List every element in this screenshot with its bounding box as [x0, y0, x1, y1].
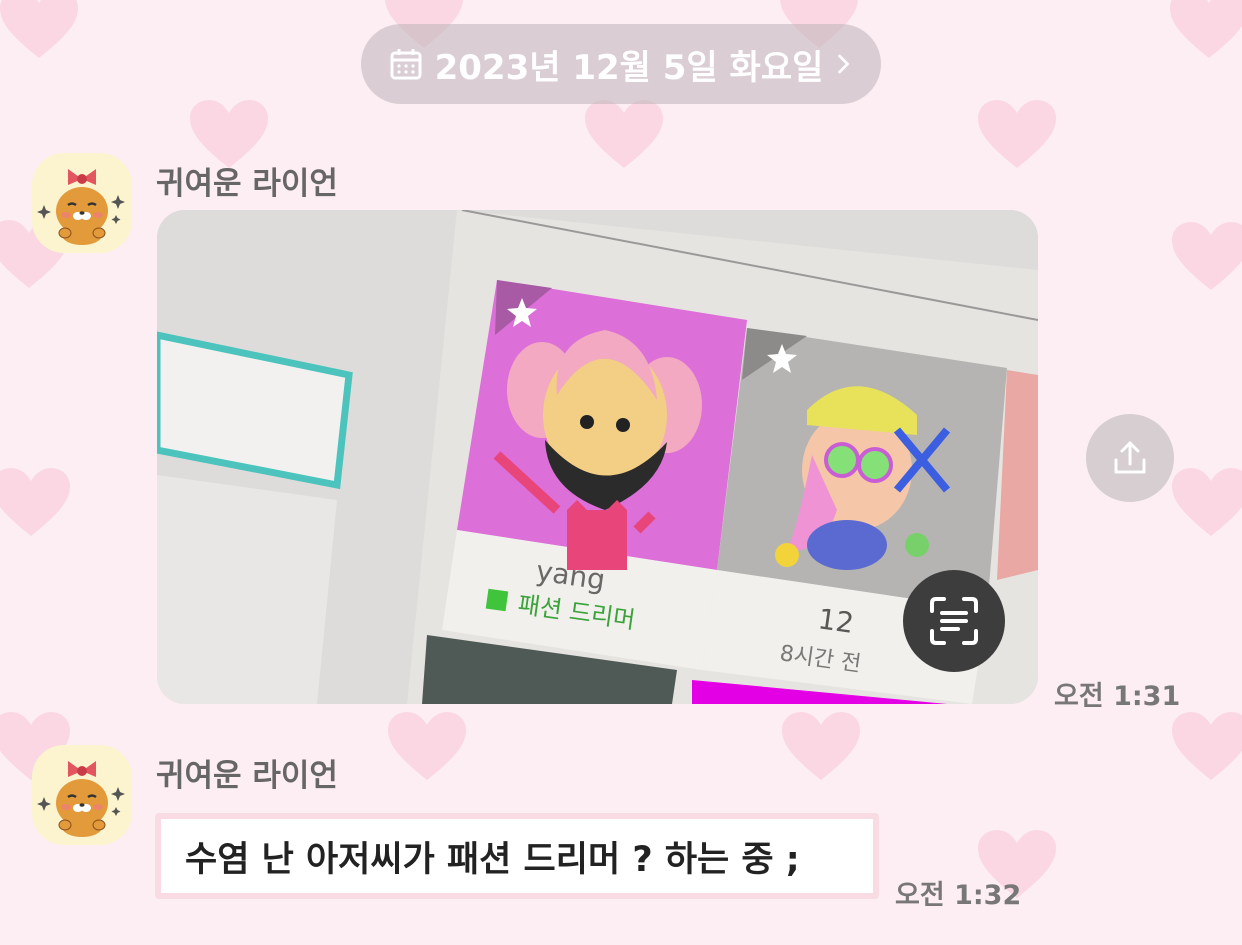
message-text: 수염 난 아저씨가 패션 드리머 ? 하는 중 ; — [185, 839, 800, 880]
share-icon — [1114, 441, 1146, 474]
sender-name: 귀여운 라이언 — [156, 758, 338, 794]
text-message-bubble[interactable]: 수염 난 아저씨가 패션 드리머 ? 하는 중 ; — [155, 813, 879, 899]
heart-decoration — [388, 712, 466, 780]
heart-decoration — [1172, 712, 1242, 780]
heart-decoration — [782, 712, 860, 780]
ryan-avatar — [37, 169, 125, 245]
text-scan-button[interactable] — [903, 570, 1005, 672]
share-button[interactable] — [1086, 414, 1174, 502]
sender-name: 귀여운 라이언 — [156, 166, 338, 202]
heart-decoration — [978, 100, 1056, 168]
heart-decoration — [1170, 0, 1242, 58]
text-scan-icon — [930, 597, 978, 645]
ryan-avatar — [37, 761, 125, 837]
date-divider[interactable]: 2023년 12월 5일 화요일 — [361, 24, 881, 104]
message-time: 오전 1:31 — [1054, 681, 1181, 712]
heart-decoration — [1172, 222, 1242, 290]
avatar[interactable] — [32, 745, 132, 845]
heart-decoration — [1172, 468, 1242, 536]
avatar[interactable] — [32, 153, 132, 253]
message-time: 오전 1:32 — [895, 880, 1022, 911]
heart-decoration — [0, 0, 78, 58]
heart-decoration — [0, 468, 70, 536]
card-count: 12 — [816, 602, 856, 640]
date-label: 2023년 12월 5일 화요일 — [434, 47, 824, 88]
chevron-right-icon — [838, 54, 850, 74]
heart-decoration — [585, 100, 663, 168]
calendar-icon — [390, 49, 422, 80]
